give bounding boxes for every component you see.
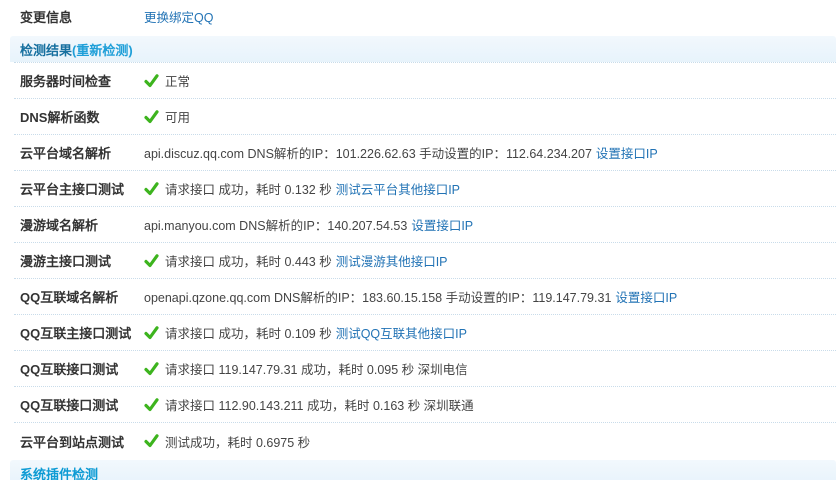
row-text: api.manyou.com DNS解析的IP：140.207.54.53: [144, 219, 408, 233]
check-results-table: 服务器时间检查 正常 DNS解析函数 可用云平台域名解析 api.discuz.qq.c…: [0, 63, 836, 459]
check-icon: [144, 361, 159, 376]
table-row: 云平台主接口测试 请求接口 成功，耗时 0.132 秒测试云平台其他接口IP: [14, 171, 836, 207]
row-text: 请求接口 112.90.143.211 成功，耗时 0.163 秒 深圳联通: [165, 399, 474, 413]
check-results-section-header: 检测结果 (重新检测): [10, 36, 836, 62]
row-text: 请求接口 成功，耗时 0.443 秒: [165, 255, 332, 269]
row-label: DNS解析函数: [20, 110, 100, 125]
table-row: 漫游域名解析 api.manyou.com DNS解析的IP：140.207.54…: [14, 207, 836, 243]
table-row: QQ互联接口测试 请求接口 112.90.143.211 成功，耗时 0.163 …: [14, 387, 836, 423]
row-label: 漫游主接口测试: [20, 254, 112, 269]
check-icon: [144, 73, 159, 88]
change-info-label: 变更信息: [20, 9, 73, 25]
table-row: QQ互联接口测试 请求接口 119.147.79.31 成功，耗时 0.095 秒…: [14, 351, 836, 387]
change-bound-qq-link[interactable]: 更换绑定QQ: [144, 7, 213, 26]
check-icon: [144, 109, 159, 124]
table-row: QQ互联域名解析 openapi.qzone.qq.com DNS解析的IP：18…: [14, 279, 836, 315]
change-info-row: 变更信息 更换绑定QQ: [14, 0, 836, 32]
system-plugins-title: 系统插件检测: [20, 466, 99, 480]
row-label: QQ互联域名解析: [20, 290, 119, 305]
table-row: QQ互联主接口测试 请求接口 成功，耗时 0.109 秒测试QQ互联其他接口IP: [14, 315, 836, 351]
row-label: QQ互联接口测试: [20, 362, 119, 377]
row-label: 云平台主接口测试: [20, 182, 125, 197]
row-text: 请求接口 成功，耗时 0.132 秒: [165, 183, 332, 197]
row-value: openapi.qzone.qq.com DNS解析的IP：183.60.15.…: [144, 287, 836, 306]
check-icon: [144, 434, 159, 448]
row-action-link[interactable]: 设置接口IP: [596, 143, 658, 162]
row-action-link[interactable]: 测试云平台其他接口IP: [336, 179, 460, 198]
check-icon: [144, 397, 159, 412]
row-value: api.manyou.com DNS解析的IP：140.207.54.53 设置接…: [144, 215, 836, 234]
row-value: 请求接口 112.90.143.211 成功，耗时 0.163 秒 深圳联通: [144, 395, 836, 414]
table-row: DNS解析函数 可用: [14, 99, 836, 135]
row-label: QQ互联主接口测试: [20, 326, 132, 341]
row-label: 漫游域名解析: [20, 218, 99, 233]
row-value: 请求接口 成功，耗时 0.109 秒测试QQ互联其他接口IP: [144, 323, 836, 342]
table-row: 云平台到站点测试 测试成功，耗时 0.6975 秒: [14, 423, 836, 459]
check-icon: [144, 181, 159, 196]
row-text: 测试成功，耗时 0.6975 秒: [165, 435, 311, 450]
row-label: 云平台域名解析: [20, 146, 112, 161]
row-value: 可用: [144, 107, 836, 126]
system-plugins-section-header: 系统插件检测: [10, 460, 836, 480]
row-action-link[interactable]: 测试QQ互联其他接口IP: [336, 323, 467, 342]
check-icon: [144, 253, 159, 268]
table-row: 云平台域名解析 api.discuz.qq.com DNS解析的IP：101.22…: [14, 135, 836, 171]
row-text: openapi.qzone.qq.com DNS解析的IP：183.60.15.…: [144, 291, 612, 305]
check-icon: [144, 325, 159, 340]
row-value: 测试成功，耗时 0.6975 秒: [144, 432, 836, 451]
row-action-link[interactable]: 设置接口IP: [615, 287, 677, 306]
table-row: 漫游主接口测试 请求接口 成功，耗时 0.443 秒测试漫游其他接口IP: [14, 243, 836, 279]
row-text: 请求接口 119.147.79.31 成功，耗时 0.095 秒 深圳电信: [165, 363, 468, 377]
row-text: api.discuz.qq.com DNS解析的IP：101.226.62.63…: [144, 147, 592, 161]
recheck-link[interactable]: (重新检测): [72, 40, 133, 59]
row-value: 请求接口 成功，耗时 0.443 秒测试漫游其他接口IP: [144, 251, 836, 270]
cloud-check-page: 变更信息 更换绑定QQ 检测结果 (重新检测) 服务器时间检查 正常 DNS解析函数 可…: [0, 0, 836, 480]
row-value: 请求接口 119.147.79.31 成功，耗时 0.095 秒 深圳电信: [144, 359, 836, 378]
row-value: 请求接口 成功，耗时 0.132 秒测试云平台其他接口IP: [144, 179, 836, 198]
row-text: 正常: [165, 75, 191, 89]
row-text: 可用: [165, 111, 191, 125]
check-results-title: 检测结果: [20, 42, 73, 58]
row-label: 服务器时间检查: [20, 74, 112, 89]
row-action-link[interactable]: 测试漫游其他接口IP: [336, 251, 448, 270]
row-label: QQ互联接口测试: [20, 398, 119, 413]
row-text: 请求接口 成功，耗时 0.109 秒: [165, 327, 332, 341]
row-action-link[interactable]: 设置接口IP: [411, 215, 473, 234]
row-value: api.discuz.qq.com DNS解析的IP：101.226.62.63…: [144, 143, 836, 162]
row-value: 正常: [144, 71, 836, 90]
table-row: 服务器时间检查 正常: [14, 63, 836, 99]
row-label: 云平台到站点测试: [20, 434, 125, 450]
